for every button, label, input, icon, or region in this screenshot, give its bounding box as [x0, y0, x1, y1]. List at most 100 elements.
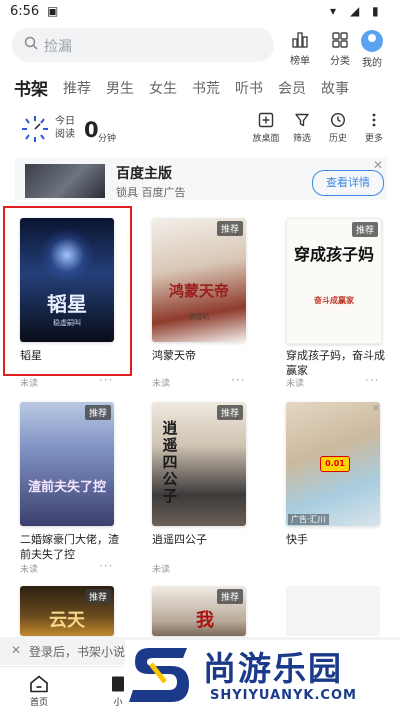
reading-timer-icon [22, 116, 48, 142]
more-vertical-icon [372, 113, 376, 127]
read-status: 未读 [152, 565, 171, 575]
ad-subtitle: 锁具 百度广告 [116, 186, 186, 199]
nav-home-label: 首页 [29, 698, 48, 708]
minutes-unit: 分钟 [98, 134, 117, 144]
book-cover: 推荐 鸿蒙天帝 落雲叭 [152, 218, 246, 342]
book-card[interactable]: 推荐 我 [152, 586, 258, 636]
rank-label: 榜单 [290, 56, 310, 67]
book-card[interactable]: 推荐 渣前夫失了控 二婚嫁豪门大佬，渣前夫失了控 未读 ··· [20, 402, 126, 575]
recommend-badge: 推荐 [351, 222, 378, 237]
add-square-icon [258, 112, 274, 128]
book-card[interactable]: 推荐 鸿蒙天帝 落雲叭 鸿蒙天帝 未读 ··· [152, 218, 258, 390]
cover-title: 渣前夫失了控 [27, 480, 106, 495]
search-input[interactable]: 捡漏 [12, 28, 274, 62]
recommend-badge: 推荐 [216, 221, 243, 236]
tab-male[interactable]: 男生 [106, 78, 134, 98]
read-status: 未读 [286, 379, 305, 389]
watermark-logo: 尚游乐园 SHYIYUANYK.COM [125, 640, 400, 711]
filter-button[interactable]: 筛选 [284, 112, 320, 144]
price-tag: 0.01 [320, 456, 350, 472]
filter-icon [295, 113, 309, 127]
ad-title: 百度主版 [116, 166, 172, 182]
search-placeholder: 捡漏 [44, 39, 72, 55]
rank-button[interactable]: 榜单 [280, 30, 320, 67]
today-reading-label: 今日 阅读 [55, 115, 75, 141]
book-more-icon[interactable]: ··· [231, 373, 245, 387]
nav-home[interactable]: 首页 [19, 675, 59, 708]
watermark-s-icon [129, 648, 189, 702]
book-title: 逍遥四公子 [152, 533, 207, 546]
book-more-icon[interactable]: ··· [365, 373, 379, 387]
watermark-title: 尚游乐园 [203, 649, 343, 688]
avatar [361, 30, 383, 52]
category-label: 分类 [330, 56, 350, 67]
book-cover: 推荐 云天 [20, 586, 114, 636]
login-banner-text: 登录后，书架小说 [29, 645, 126, 659]
book-cover: 推荐 渣前夫失了控 [20, 402, 114, 526]
tab-recommend[interactable]: 推荐 [63, 78, 91, 98]
clock-icon [330, 112, 346, 128]
home-icon [30, 675, 48, 693]
empty-slot [286, 586, 380, 636]
ad-details-button[interactable]: 查看详情 [312, 170, 384, 196]
book-more-icon[interactable]: ··· [99, 559, 113, 573]
recommend-badge: 推荐 [84, 405, 111, 420]
filter-label: 筛选 [292, 134, 311, 144]
history-label: 历史 [328, 134, 347, 144]
tab-book-shortage[interactable]: 书荒 [192, 78, 220, 98]
more-label: 更多 [364, 134, 383, 144]
reading-stats-bar: 今日 阅读 0 分钟 放桌面 筛选 历史 更多 [0, 110, 400, 150]
book-cover: 推荐 逍遥四公子 [152, 402, 246, 526]
book-card[interactable]: 推荐 逍遥四公子 逍遥四公子 未读 [152, 402, 258, 575]
tab-bookshelf[interactable]: 书架 [14, 75, 48, 100]
history-button[interactable]: 历史 [320, 112, 356, 144]
book-title: 鸿蒙天帝 [152, 349, 196, 362]
cover-title: 穿成孩子妈 [293, 245, 374, 264]
ad-close-icon[interactable]: ✕ [373, 158, 383, 172]
ad-card-close-icon[interactable]: ✕ [372, 404, 380, 414]
category-tabs: 书架 推荐 男生 女生 书荒 听书 会员 故事 [0, 74, 400, 100]
book-card[interactable]: 推荐 穿成孩子妈 奋斗成赢家 穿成孩子妈，奋斗成赢家 未读 ··· [286, 218, 392, 390]
cover-title: 云天 [49, 610, 85, 631]
nav-novels-label: 小 [113, 698, 123, 708]
battery-icon: ▮ [372, 4, 379, 18]
read-status: 未读 [20, 379, 39, 389]
read-status: 未读 [20, 565, 39, 575]
more-button[interactable]: 更多 [356, 112, 392, 144]
recommend-badge: 推荐 [84, 589, 111, 604]
wifi-icon: ▾ [330, 4, 337, 18]
ad-banner[interactable]: 百度主版 锁具 百度广告 查看详情 ✕ [15, 158, 387, 200]
add-to-desktop-button[interactable]: 放桌面 [248, 112, 284, 144]
ad-card[interactable]: 0.01 广告·汇川 ✕ 快手 [286, 402, 392, 574]
banner-close-icon[interactable]: ✕ [11, 643, 21, 657]
signal-icon: ◢ [350, 4, 360, 18]
bar-chart-icon [292, 32, 308, 48]
ad-cover: 0.01 广告·汇川 [286, 402, 380, 526]
highlight-box [3, 206, 132, 376]
search-icon [24, 36, 38, 50]
read-status: 未读 [152, 379, 171, 389]
watermark-url: SHYIYUANYK.COM [210, 688, 357, 703]
ad-label: 广告·汇川 [288, 514, 329, 525]
cover-author: 落雲叭 [188, 313, 210, 321]
read-label: 阅读 [55, 129, 75, 140]
cover-author: 奋斗成赢家 [314, 296, 354, 305]
recommend-badge: 推荐 [216, 589, 243, 604]
tab-female[interactable]: 女生 [149, 78, 177, 98]
tab-audiobooks[interactable]: 听书 [235, 78, 263, 98]
tab-membership[interactable]: 会员 [278, 78, 306, 98]
today-label: 今日 [55, 116, 75, 127]
status-bar: 6:56 ▣ ▾ ◢ ▮ [0, 0, 400, 24]
cover-title: 我 [196, 610, 214, 631]
book-card[interactable]: 推荐 云天 [20, 586, 126, 636]
book-cover: 推荐 我 [152, 586, 246, 636]
reading-minutes: 0 [84, 118, 99, 142]
profile-button[interactable]: 我的 [352, 30, 392, 69]
ad-image [25, 164, 105, 198]
tab-stories[interactable]: 故事 [321, 78, 349, 98]
status-time: 6:56 [10, 4, 40, 19]
profile-label: 我的 [362, 58, 382, 69]
cover-title: 逍遥四公子 [162, 419, 178, 505]
cover-title: 鸿蒙天帝 [168, 282, 229, 300]
grid-icon [332, 32, 348, 48]
